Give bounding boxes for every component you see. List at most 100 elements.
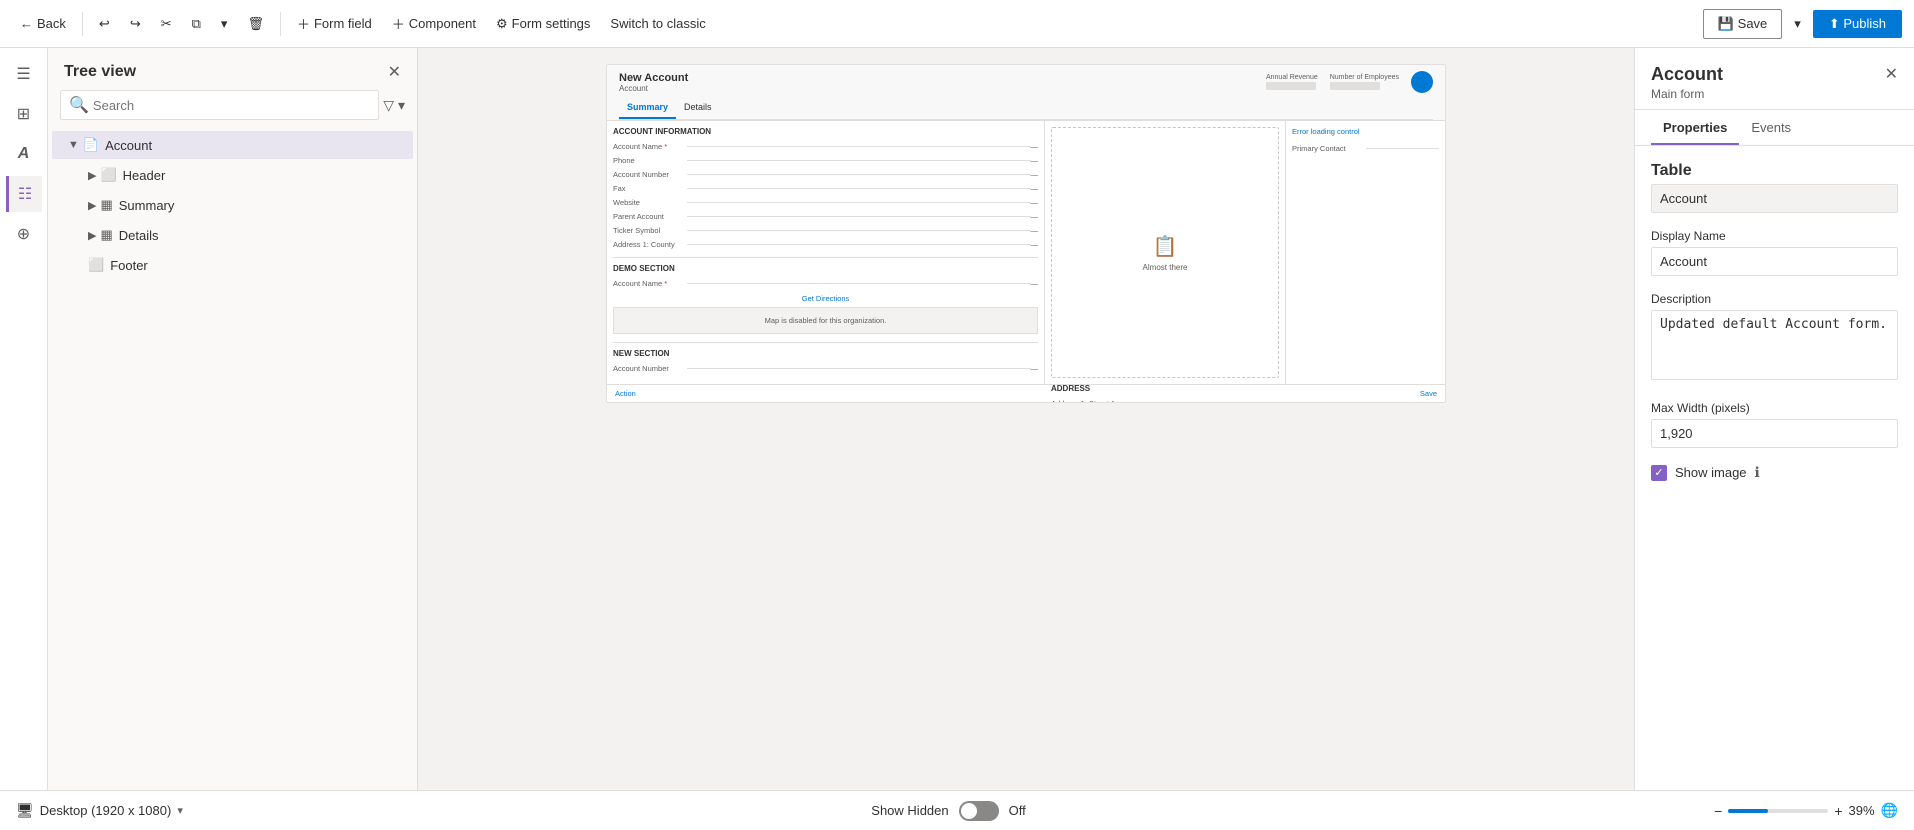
- switch-to-classic-label: Switch to classic: [610, 16, 705, 31]
- form-title: New Account: [619, 72, 688, 84]
- rp-header-text: Account Main form: [1651, 64, 1723, 101]
- nav-components-button[interactable]: ⊕: [6, 216, 42, 252]
- tab-properties[interactable]: Properties: [1651, 110, 1739, 145]
- redo-button[interactable]: ↪: [122, 12, 149, 36]
- plus-icon-1: ＋: [297, 14, 310, 33]
- separator-1: [82, 12, 83, 36]
- zoom-slider[interactable]: [1728, 809, 1828, 813]
- tab-events[interactable]: Events: [1739, 110, 1803, 145]
- header-label2: Number of Employees: [1330, 74, 1399, 81]
- tab-summary[interactable]: Summary: [619, 97, 676, 119]
- field-ticker-symbol: Ticker Symbol —: [613, 226, 1038, 235]
- new-section: New Section Account Number —: [613, 342, 1038, 373]
- toggle-off-label: Off: [1009, 803, 1026, 818]
- rp-subtitle: Main form: [1651, 87, 1723, 101]
- sidebar-close-button[interactable]: ✕: [388, 62, 401, 82]
- description-section: Description Updated default Account form…: [1651, 292, 1898, 385]
- display-name-section: Display Name: [1651, 229, 1898, 276]
- undo-icon: ↩: [99, 16, 110, 32]
- switch-to-classic-button[interactable]: Switch to classic: [602, 12, 713, 35]
- tree-item-header[interactable]: ▶ ⬜ Header: [48, 160, 417, 190]
- nav-layers-button[interactable]: ☷: [6, 176, 42, 212]
- zoom-plus-button[interactable]: +: [1834, 803, 1842, 819]
- cut-icon: ✂: [161, 16, 172, 32]
- footer-save-btn[interactable]: Save: [1420, 389, 1437, 398]
- account-expand-icon: ▼: [68, 139, 79, 151]
- account-label: Account: [105, 138, 152, 153]
- header-label1: Annual Revenue: [1266, 74, 1318, 81]
- max-width-input[interactable]: [1651, 419, 1898, 448]
- menu-icon: ☰: [16, 64, 30, 84]
- back-arrow-icon: ←: [20, 16, 33, 31]
- info-icon[interactable]: ℹ: [1755, 464, 1760, 481]
- tree-item-summary[interactable]: ▶ ▦ Summary: [48, 190, 417, 220]
- tree-item-details[interactable]: ▶ ▦ Details: [48, 220, 417, 250]
- details-icon: ▦: [100, 227, 112, 243]
- show-image-label: Show image: [1675, 465, 1747, 480]
- search-box: 🔍: [60, 90, 379, 120]
- show-hidden-toggle[interactable]: [959, 801, 999, 821]
- address-title: ADDRESS: [1051, 384, 1279, 393]
- display-name-input[interactable]: [1651, 247, 1898, 276]
- globe-icon[interactable]: 🌐: [1881, 802, 1898, 819]
- field-fax: Fax —: [613, 184, 1038, 193]
- form-settings-button[interactable]: ⚙ Form settings: [488, 12, 598, 36]
- grid-icon: ⊞: [17, 104, 30, 124]
- form-left-column: ACCOUNT INFORMATION Account Name * — Pho…: [607, 121, 1045, 384]
- show-hidden-label: Show Hidden: [871, 803, 948, 818]
- description-label: Description: [1651, 292, 1898, 306]
- component-label: Component: [409, 16, 476, 31]
- tree-item-account[interactable]: ▼ 📄 Account: [52, 131, 413, 159]
- field-demo-account-name: Account Name * —: [613, 279, 1038, 288]
- form-right-column: 📋 Almost there ADDRESS Address 1: Street…: [1045, 121, 1285, 384]
- tab-details[interactable]: Details: [676, 97, 720, 119]
- form-preview: New Account Account Annual Revenue Numbe…: [606, 64, 1446, 403]
- show-image-checkbox[interactable]: ✓: [1651, 465, 1667, 481]
- nav-menu-button[interactable]: ☰: [6, 56, 42, 92]
- desktop-label: Desktop (1920 x 1080): [40, 803, 172, 818]
- rp-close-button[interactable]: ✕: [1885, 64, 1898, 84]
- nav-grid-button[interactable]: ⊞: [6, 96, 42, 132]
- save-dropdown-icon: ▾: [1794, 16, 1801, 32]
- zoom-minus-button[interactable]: −: [1714, 803, 1722, 819]
- sidebar: Tree view ✕ 🔍 ▽ ▾ ▼ 📄 Account ▶ ⬜: [48, 48, 418, 790]
- search-icon: 🔍: [69, 95, 89, 115]
- error-loading-link[interactable]: Error loading control: [1292, 127, 1439, 136]
- back-button[interactable]: ← Back: [12, 12, 74, 35]
- settings-icon: ⚙: [496, 16, 508, 32]
- desktop-chevron-icon[interactable]: ▾: [177, 804, 183, 817]
- toggle-knob: [961, 803, 977, 819]
- history-dropdown-button[interactable]: ▾: [213, 12, 236, 36]
- tree-item-footer[interactable]: ⬜ Footer: [48, 250, 417, 280]
- demo-section-title: Demo Section: [613, 264, 1038, 273]
- map-disabled-text: Map is disabled for this organization.: [613, 307, 1038, 334]
- max-width-section: Max Width (pixels): [1651, 401, 1898, 448]
- demo-section: Demo Section Account Name * —: [613, 257, 1038, 288]
- rp-body: Table Account Display Name Description U…: [1635, 146, 1914, 497]
- component-button[interactable]: ＋ Component: [384, 10, 484, 37]
- save-dropdown-button[interactable]: ▾: [1786, 12, 1809, 36]
- get-directions-link[interactable]: Get Directions: [613, 294, 1038, 303]
- footer-icon: ⬜: [88, 257, 104, 273]
- delete-icon: 🗑: [247, 16, 264, 32]
- publish-icon: ⬆: [1829, 16, 1840, 31]
- description-textarea[interactable]: Updated default Account form.: [1651, 310, 1898, 380]
- back-label: Back: [37, 16, 66, 31]
- search-input[interactable]: [93, 98, 370, 113]
- cut-button[interactable]: ✂: [153, 12, 180, 36]
- form-field-button[interactable]: ＋ Form field: [289, 10, 380, 37]
- publish-button[interactable]: ⬆ Publish: [1813, 10, 1902, 38]
- save-button[interactable]: 💾 Save: [1703, 9, 1782, 39]
- max-width-label: Max Width (pixels): [1651, 401, 1898, 415]
- zoom-percent: 39%: [1849, 803, 1875, 818]
- field-address-county: Address 1: County —: [613, 240, 1038, 249]
- nav-text-button[interactable]: A: [6, 136, 42, 172]
- footer-action-btn[interactable]: Action: [615, 389, 636, 398]
- details-label: Details: [119, 228, 159, 243]
- copy-button[interactable]: ⧉: [184, 12, 209, 36]
- address-section: ADDRESS Address 1: Street 1 — Address 1:…: [1051, 384, 1279, 403]
- delete-button[interactable]: 🗑: [239, 12, 272, 36]
- filter-button[interactable]: ▽ ▾: [383, 97, 405, 114]
- details-expand-icon: ▶: [88, 229, 96, 242]
- undo-button[interactable]: ↩: [91, 12, 118, 36]
